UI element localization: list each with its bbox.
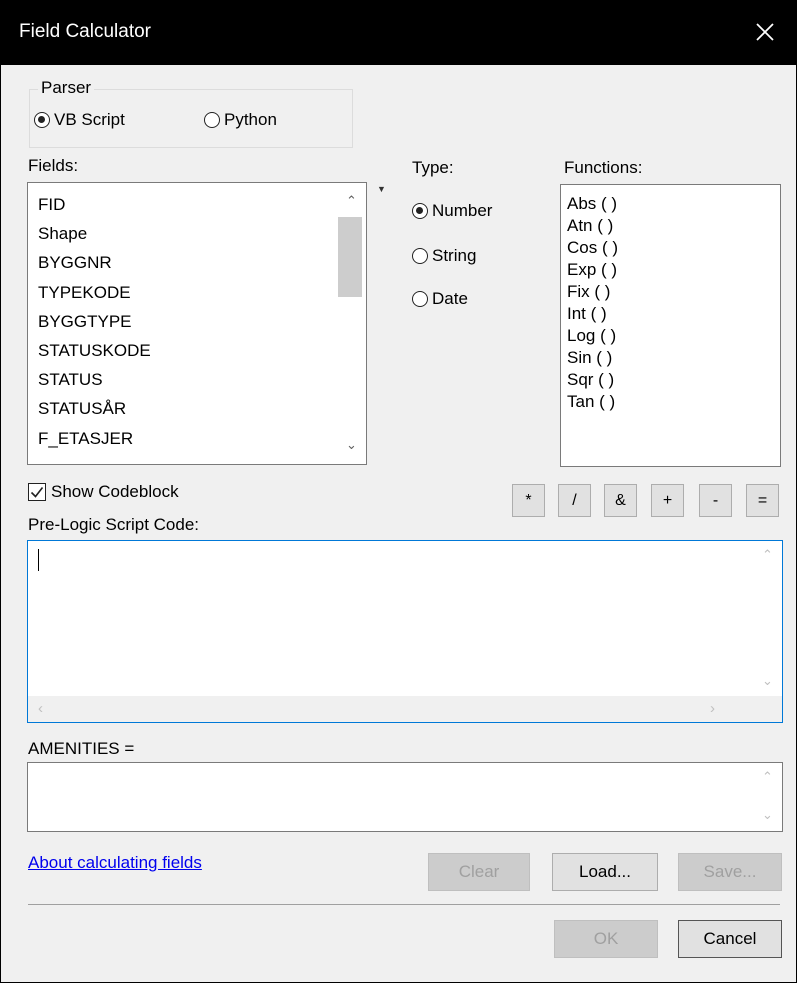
radio-selected-icon bbox=[34, 112, 50, 128]
list-item[interactable]: Abs ( ) bbox=[561, 193, 780, 215]
scroll-up-icon[interactable]: ⌃ bbox=[346, 193, 357, 209]
list-item[interactable]: BYGGTYPE bbox=[28, 307, 366, 336]
equals-button[interactable]: = bbox=[746, 484, 779, 517]
show-codeblock-label: Show Codeblock bbox=[51, 482, 179, 501]
prelogic-label: Pre-Logic Script Code: bbox=[28, 515, 200, 534]
field-calculator-window: Field Calculator Parser VB Script Python… bbox=[0, 0, 797, 983]
list-item[interactable]: F_ETASJER bbox=[28, 424, 366, 453]
list-item[interactable]: Tan ( ) bbox=[561, 391, 780, 413]
radio-date-label: Date bbox=[432, 289, 468, 308]
prelogic-hscrollbar[interactable]: ‹ › bbox=[28, 696, 755, 722]
radio-date[interactable]: Date bbox=[412, 289, 468, 309]
radio-python-label: Python bbox=[224, 110, 277, 129]
sort-dropdown-icon[interactable]: ▼ bbox=[377, 184, 386, 194]
minus-button[interactable]: - bbox=[699, 484, 732, 517]
radio-vbscript-label: VB Script bbox=[54, 110, 125, 129]
parser-group: Parser VB Script Python bbox=[29, 78, 353, 148]
scroll-corner bbox=[754, 696, 782, 722]
save-button[interactable]: Save... bbox=[678, 853, 782, 891]
divider bbox=[28, 904, 780, 905]
functions-list[interactable]: Abs ( ) Atn ( ) Cos ( ) Exp ( ) Fix ( ) … bbox=[560, 184, 781, 467]
scroll-up-icon[interactable]: ⌃ bbox=[762, 547, 773, 563]
title-bar: Field Calculator bbox=[1, 1, 796, 65]
radio-string[interactable]: String bbox=[412, 246, 476, 266]
type-label: Type: bbox=[412, 158, 454, 177]
close-icon[interactable] bbox=[748, 15, 782, 49]
radio-number-label: Number bbox=[432, 201, 493, 220]
radio-vbscript[interactable]: VB Script bbox=[34, 110, 125, 130]
list-item[interactable]: BYGGNR bbox=[28, 248, 366, 277]
radio-python[interactable]: Python bbox=[204, 110, 277, 130]
radio-unselected-icon bbox=[412, 291, 428, 307]
radio-selected-icon bbox=[412, 203, 428, 219]
list-item[interactable]: Exp ( ) bbox=[561, 259, 780, 281]
functions-label: Functions: bbox=[564, 158, 643, 177]
plus-button[interactable]: + bbox=[651, 484, 684, 517]
list-item[interactable]: STATUSKODE bbox=[28, 336, 366, 365]
list-item[interactable]: Atn ( ) bbox=[561, 215, 780, 237]
expression-input[interactable]: ⌃ ⌄ bbox=[27, 762, 783, 832]
prelogic-code-input[interactable]: ⌃ ⌄ ‹ › bbox=[27, 540, 783, 723]
list-item[interactable]: Sqr ( ) bbox=[561, 369, 780, 391]
divide-button[interactable]: / bbox=[558, 484, 591, 517]
fields-scrollbar[interactable]: ⌃ ⌄ bbox=[338, 183, 366, 464]
show-codeblock-checkbox[interactable]: Show Codeblock bbox=[28, 482, 179, 502]
check-icon bbox=[30, 487, 44, 498]
list-item[interactable]: Int ( ) bbox=[561, 303, 780, 325]
list-item[interactable]: Cos ( ) bbox=[561, 237, 780, 259]
list-item[interactable]: FID bbox=[28, 190, 366, 219]
scroll-up-icon[interactable]: ⌃ bbox=[762, 769, 773, 785]
load-button[interactable]: Load... bbox=[552, 853, 658, 891]
expression-vscrollbar[interactable]: ⌃ ⌄ bbox=[754, 763, 782, 831]
radio-number[interactable]: Number bbox=[412, 201, 492, 221]
text-cursor bbox=[38, 549, 39, 571]
radio-unselected-icon bbox=[412, 248, 428, 264]
cancel-button[interactable]: Cancel bbox=[678, 920, 782, 958]
radio-string-label: String bbox=[432, 246, 477, 265]
scroll-down-icon[interactable]: ⌄ bbox=[346, 437, 357, 453]
list-item[interactable]: Sin ( ) bbox=[561, 347, 780, 369]
scroll-left-icon[interactable]: ‹ bbox=[38, 700, 43, 717]
fields-label: Fields: bbox=[28, 156, 79, 175]
list-item[interactable]: STATUS bbox=[28, 365, 366, 394]
list-item[interactable]: Shape bbox=[28, 219, 366, 248]
scroll-down-icon[interactable]: ⌄ bbox=[762, 807, 773, 823]
expression-label: AMENITIES = bbox=[28, 739, 135, 758]
list-item[interactable]: Log ( ) bbox=[561, 325, 780, 347]
list-item[interactable]: TYPEKODE bbox=[28, 278, 366, 307]
multiply-button[interactable]: * bbox=[512, 484, 545, 517]
radio-unselected-icon bbox=[204, 112, 220, 128]
checkbox-box bbox=[28, 483, 46, 501]
ok-button[interactable]: OK bbox=[554, 920, 658, 958]
fields-list[interactable]: FID Shape BYGGNR TYPEKODE BYGGTYPE STATU… bbox=[27, 182, 367, 465]
list-item[interactable]: Fix ( ) bbox=[561, 281, 780, 303]
parser-legend: Parser bbox=[38, 78, 95, 98]
prelogic-vscrollbar[interactable]: ⌃ ⌄ bbox=[754, 541, 782, 697]
about-calculating-fields-link[interactable]: About calculating fields bbox=[28, 853, 202, 873]
ampersand-button[interactable]: & bbox=[604, 484, 637, 517]
clear-button[interactable]: Clear bbox=[428, 853, 530, 891]
scroll-down-icon[interactable]: ⌄ bbox=[762, 673, 773, 689]
scroll-thumb[interactable] bbox=[338, 217, 362, 297]
scroll-right-icon[interactable]: › bbox=[710, 700, 715, 717]
list-item[interactable]: STATUSÅR bbox=[28, 394, 366, 423]
window-title: Field Calculator bbox=[19, 21, 151, 42]
